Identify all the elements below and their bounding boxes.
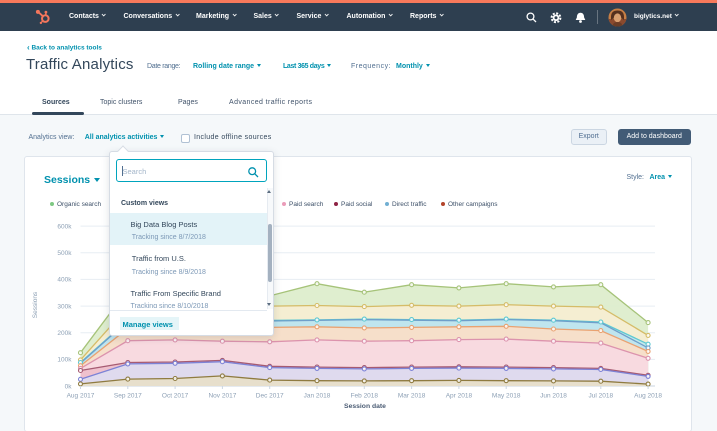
svg-text:Feb 2018: Feb 2018 bbox=[351, 393, 379, 400]
svg-text:Oct 2017: Oct 2017 bbox=[162, 393, 189, 400]
svg-text:Sep 2017: Sep 2017 bbox=[114, 393, 142, 400]
svg-text:500k: 500k bbox=[57, 250, 72, 257]
svg-text:Mar 2018: Mar 2018 bbox=[398, 393, 426, 400]
svg-text:100k: 100k bbox=[57, 357, 72, 364]
svg-text:Jan 2018: Jan 2018 bbox=[304, 393, 331, 400]
svg-text:Session date: Session date bbox=[344, 403, 386, 410]
svg-text:0k: 0k bbox=[65, 383, 73, 390]
svg-text:Jun 2018: Jun 2018 bbox=[540, 393, 567, 400]
svg-text:Nov 2017: Nov 2017 bbox=[208, 393, 236, 400]
svg-text:Aug 2018: Aug 2018 bbox=[634, 393, 662, 400]
svg-text:Jul 2018: Jul 2018 bbox=[589, 393, 614, 400]
svg-text:200k: 200k bbox=[57, 330, 72, 337]
svg-text:400k: 400k bbox=[57, 277, 72, 284]
svg-text:Aug 2017: Aug 2017 bbox=[67, 393, 95, 400]
svg-text:Dec 2017: Dec 2017 bbox=[256, 393, 284, 400]
svg-text:Apr 2018: Apr 2018 bbox=[446, 393, 473, 400]
svg-text:May 2018: May 2018 bbox=[492, 393, 521, 400]
svg-text:600k: 600k bbox=[57, 223, 72, 230]
svg-text:Sessions: Sessions bbox=[32, 291, 39, 318]
svg-text:300k: 300k bbox=[57, 303, 72, 310]
